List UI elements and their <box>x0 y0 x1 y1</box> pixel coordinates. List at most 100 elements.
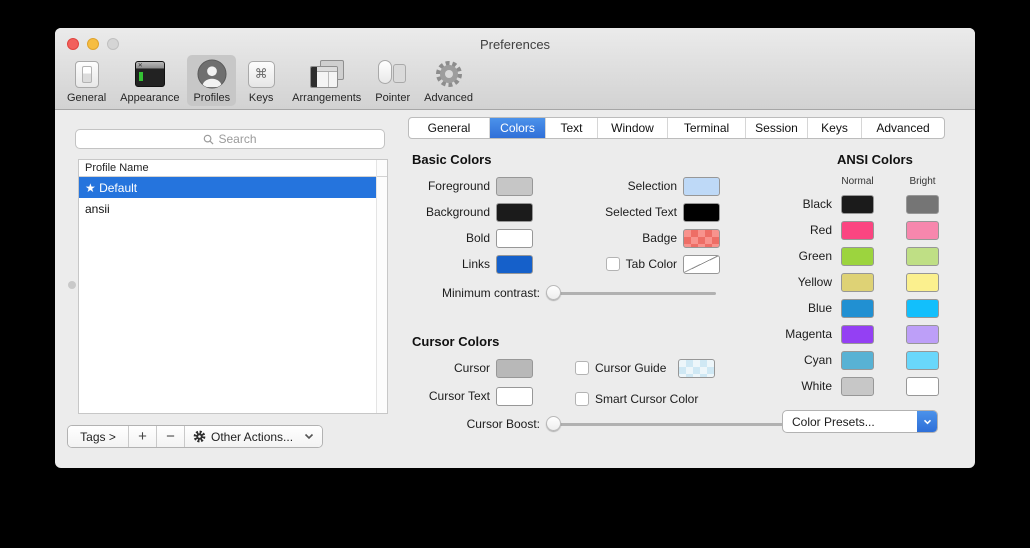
other-actions-dropdown[interactable]: Other Actions... <box>185 426 322 447</box>
tab-advanced[interactable]: Advanced <box>862 118 944 138</box>
toolbar-item-advanced[interactable]: Advanced <box>418 55 479 106</box>
ansi-blue-bright-well[interactable] <box>906 299 939 318</box>
background-row: Background <box>355 202 533 222</box>
ansi-cyan-bright-well[interactable] <box>906 351 939 370</box>
ansi-bright-header: Bright <box>906 176 939 187</box>
search-placeholder: Search <box>218 132 256 146</box>
bold-color-well[interactable] <box>496 229 533 248</box>
color-presets-dropdown[interactable]: Color Presets... <box>782 410 938 433</box>
tab-session[interactable]: Session <box>746 118 808 138</box>
ansi-row-black: Black <box>743 194 939 214</box>
dropdown-arrow-button[interactable] <box>917 411 937 432</box>
profile-table-header[interactable]: Profile Name <box>79 160 387 177</box>
tab-colors[interactable]: Colors <box>490 118 546 138</box>
foreground-row: Foreground <box>355 176 533 196</box>
ansi-white-normal-well[interactable] <box>841 377 874 396</box>
profile-actions-group: Tags > + − Other Actions... <box>67 425 323 448</box>
ansi-magenta-normal-well[interactable] <box>841 325 874 344</box>
profile-row-default[interactable]: ★ Default <box>79 177 387 198</box>
tab-color-checkbox[interactable] <box>606 257 620 271</box>
tab-color-well[interactable] <box>683 255 720 274</box>
cursor-guide-color-well[interactable] <box>678 359 715 378</box>
cursor-color-well[interactable] <box>496 359 533 378</box>
ansi-row-blue: Blue <box>743 298 939 318</box>
smart-cursor-color-checkbox[interactable] <box>575 392 589 406</box>
cursor-text-color-well[interactable] <box>496 387 533 406</box>
remove-profile-button[interactable]: − <box>157 426 185 447</box>
toolbar-item-profiles[interactable]: Profiles <box>187 55 236 106</box>
badge-color-well[interactable] <box>683 229 720 248</box>
toolbar-item-keys[interactable]: ⌘ Keys <box>238 55 284 106</box>
tab-color-row: Tab Color <box>545 254 720 274</box>
tab-text[interactable]: Text <box>546 118 598 138</box>
pointer-icon <box>376 58 410 90</box>
appearance-icon: ✕ <box>133 58 167 90</box>
keys-icon: ⌘ <box>244 58 278 90</box>
ansi-row-white: White <box>743 376 939 396</box>
toolbar-item-pointer[interactable]: Pointer <box>369 55 416 106</box>
foreground-color-well[interactable] <box>496 177 533 196</box>
preferences-window: Preferences General ✕ Appearance <box>55 28 975 468</box>
toolbar-item-general[interactable]: General <box>61 55 112 106</box>
settings-tabbar: General Colors Text Window Terminal Sess… <box>408 117 945 139</box>
ansi-red-bright-well[interactable] <box>906 221 939 240</box>
toolbar-item-appearance[interactable]: ✕ Appearance <box>114 55 185 106</box>
gear-icon <box>193 430 206 443</box>
chevron-down-icon <box>304 433 314 440</box>
ansi-row-yellow: Yellow <box>743 272 939 292</box>
cursor-colors-heading: Cursor Colors <box>412 334 499 349</box>
cursor-text-row: Cursor Text <box>355 386 533 406</box>
ansi-green-bright-well[interactable] <box>906 247 939 266</box>
tags-button[interactable]: Tags > <box>68 426 129 447</box>
ansi-magenta-bright-well[interactable] <box>906 325 939 344</box>
ansi-black-normal-well[interactable] <box>841 195 874 214</box>
profile-table: Profile Name ★ Default ansii <box>78 159 388 414</box>
badge-row: Badge <box>545 228 720 248</box>
slider-knob[interactable] <box>546 285 561 300</box>
background-color-well[interactable] <box>496 203 533 222</box>
toolbar: General ✕ Appearance <box>61 55 479 106</box>
profile-row-ansii[interactable]: ansii <box>79 198 387 219</box>
selection-color-well[interactable] <box>683 177 720 196</box>
ansi-row-cyan: Cyan <box>743 350 939 370</box>
slider-knob[interactable] <box>546 416 561 431</box>
ansi-green-normal-well[interactable] <box>841 247 874 266</box>
basic-colors-heading: Basic Colors <box>412 152 491 167</box>
search-input[interactable]: Search <box>75 129 385 149</box>
selected-text-color-well[interactable] <box>683 203 720 222</box>
general-icon <box>70 58 104 90</box>
tab-general[interactable]: General <box>409 118 490 138</box>
splitter-dimple[interactable] <box>68 281 76 289</box>
tab-terminal[interactable]: Terminal <box>668 118 746 138</box>
arrangements-icon <box>310 58 344 90</box>
ansi-black-bright-well[interactable] <box>906 195 939 214</box>
ansi-cyan-normal-well[interactable] <box>841 351 874 370</box>
toolbar-item-arrangements[interactable]: Arrangements <box>286 55 367 106</box>
ansi-row-red: Red <box>743 220 939 240</box>
bold-row: Bold <box>355 228 533 248</box>
window-title: Preferences <box>55 37 975 52</box>
ansi-row-magenta: Magenta <box>743 324 939 344</box>
titlebar: Preferences General ✕ Appearance <box>55 28 975 110</box>
ansi-normal-header: Normal <box>841 176 874 187</box>
cursor-row: Cursor <box>355 358 533 378</box>
links-row: Links <box>355 254 533 274</box>
selected-text-row: Selected Text <box>545 202 720 222</box>
minimum-contrast-slider[interactable] <box>546 285 716 301</box>
ansi-yellow-bright-well[interactable] <box>906 273 939 292</box>
ansi-white-bright-well[interactable] <box>906 377 939 396</box>
selection-row: Selection <box>545 176 720 196</box>
links-color-well[interactable] <box>496 255 533 274</box>
profiles-icon <box>195 58 229 90</box>
cursor-guide-checkbox[interactable] <box>575 361 589 375</box>
tab-window[interactable]: Window <box>598 118 668 138</box>
add-profile-button[interactable]: + <box>129 426 157 447</box>
ansi-red-normal-well[interactable] <box>841 221 874 240</box>
ansi-blue-normal-well[interactable] <box>841 299 874 318</box>
tab-keys[interactable]: Keys <box>808 118 862 138</box>
search-icon <box>203 134 214 145</box>
cursor-guide-row: Cursor Guide <box>545 358 720 378</box>
ansi-yellow-normal-well[interactable] <box>841 273 874 292</box>
advanced-gear-icon <box>432 58 466 90</box>
smart-cursor-row: Smart Cursor Color <box>545 389 720 409</box>
